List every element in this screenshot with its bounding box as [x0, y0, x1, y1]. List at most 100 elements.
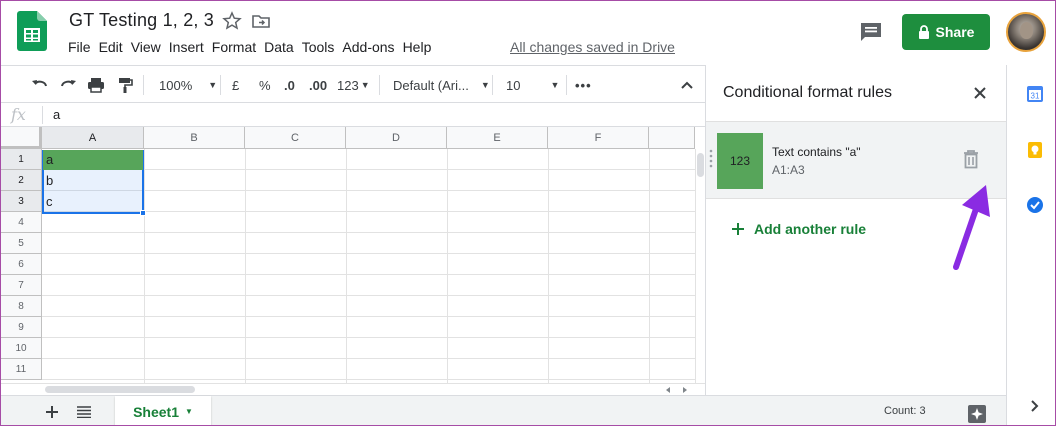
fx-label: fx	[11, 105, 26, 124]
share-button[interactable]: Share	[902, 14, 990, 50]
row-header[interactable]: 7	[1, 275, 42, 296]
sheet-tabs-bar: Sheet1 ▼ Count: 3	[1, 395, 1006, 425]
percent-button[interactable]: %	[259, 75, 271, 95]
column-header-g[interactable]	[649, 127, 695, 149]
redo-icon[interactable]	[59, 75, 77, 95]
chevron-down-icon: ▼	[480, 80, 490, 90]
add-rule-button[interactable]: Add another rule	[732, 221, 866, 237]
horizontal-scroll-thumb[interactable]	[45, 386, 195, 393]
add-sheet-icon[interactable]	[45, 405, 59, 419]
plus-icon	[732, 223, 744, 235]
status-count: Count: 3	[884, 405, 926, 417]
cell-a2[interactable]: b	[43, 171, 143, 191]
tasks-icon[interactable]	[1026, 196, 1044, 214]
grid-line	[42, 316, 695, 317]
star-icon[interactable]	[222, 11, 242, 31]
menu-tools[interactable]: Tools	[301, 39, 342, 55]
menu-file[interactable]: File	[67, 39, 98, 55]
save-status-link[interactable]: All changes saved in Drive	[510, 39, 675, 55]
row-header[interactable]: 3	[1, 191, 42, 212]
font-select[interactable]: Default (Ari... ▼	[393, 75, 490, 95]
menu-view[interactable]: View	[130, 39, 168, 55]
row-header[interactable]: 6	[1, 254, 42, 275]
addons-side-strip: 31	[1006, 65, 1055, 425]
formula-input[interactable]: a	[53, 107, 60, 122]
decrease-decimals-button[interactable]: .0	[284, 75, 295, 95]
menu-addons[interactable]: Add-ons	[341, 39, 401, 55]
paint-format-icon[interactable]	[117, 75, 133, 95]
column-header-d[interactable]: D	[346, 127, 447, 149]
sheets-logo-icon[interactable]	[17, 11, 47, 51]
column-header-c[interactable]: C	[245, 127, 346, 149]
close-icon[interactable]	[971, 84, 989, 102]
menu-help[interactable]: Help	[402, 39, 439, 55]
more-formats-select[interactable]: 123 ▼	[337, 75, 370, 95]
expand-panel-icon[interactable]	[1029, 397, 1041, 415]
drag-handle-icon[interactable]	[709, 148, 713, 168]
currency-button[interactable]: £	[232, 75, 239, 95]
horizontal-scrollbar[interactable]	[1, 383, 705, 395]
grid-line	[42, 232, 695, 233]
column-header-e[interactable]: E	[447, 127, 548, 149]
grid-line	[42, 295, 695, 296]
tab-sheet1[interactable]: Sheet1 ▼	[115, 396, 211, 425]
undo-icon[interactable]	[31, 75, 49, 95]
row-header[interactable]: 2	[1, 170, 42, 191]
toolbar-divider	[566, 75, 567, 95]
scroll-right-icon[interactable]	[681, 386, 689, 394]
menu-insert[interactable]: Insert	[168, 39, 211, 55]
explore-icon[interactable]	[967, 404, 987, 424]
annotation-arrow-icon	[953, 185, 990, 270]
menu-data[interactable]: Data	[263, 39, 301, 55]
formula-divider	[42, 106, 43, 124]
collapse-toolbar-icon[interactable]	[680, 75, 694, 95]
zoom-select[interactable]: 100% ▼	[159, 75, 217, 95]
move-to-folder-icon[interactable]	[251, 11, 271, 31]
vertical-scroll-thumb[interactable]	[697, 153, 704, 177]
row-header[interactable]: 8	[1, 296, 42, 317]
menu-edit[interactable]: Edit	[98, 39, 130, 55]
row-header[interactable]: 11	[1, 359, 42, 380]
grid-line	[42, 358, 695, 359]
sheet-tab-label: Sheet1	[133, 403, 179, 420]
row-header[interactable]: 5	[1, 233, 42, 254]
row-header[interactable]: 1	[1, 149, 42, 170]
grid-line	[42, 274, 695, 275]
row-header[interactable]: 10	[1, 338, 42, 359]
toolbar-divider	[492, 75, 493, 95]
chevron-down-icon: ▼	[208, 80, 218, 90]
vertical-scrollbar[interactable]	[695, 149, 705, 383]
grid-line	[245, 149, 246, 383]
avatar[interactable]	[1006, 12, 1046, 52]
row-header[interactable]: 4	[1, 212, 42, 233]
all-sheets-icon[interactable]	[77, 406, 91, 418]
font-value: Default (Ari...	[393, 77, 469, 93]
font-size-select[interactable]: 10 ▼	[506, 75, 559, 95]
select-all-corner[interactable]	[1, 127, 42, 149]
fill-handle[interactable]	[140, 210, 146, 216]
formula-bar: fx a	[1, 103, 705, 127]
calendar-icon[interactable]: 31	[1026, 85, 1044, 103]
spreadsheet-grid[interactable]: A B C D E F 1 2 3 4 5 6 7 8 9 10 11 a b …	[1, 127, 705, 383]
print-icon[interactable]	[87, 75, 105, 95]
row-header[interactable]: 9	[1, 317, 42, 338]
column-header-a[interactable]: A	[42, 127, 144, 149]
lock-icon	[918, 25, 929, 39]
trash-icon[interactable]	[962, 149, 980, 169]
grid-line	[144, 149, 145, 383]
column-header-f[interactable]: F	[548, 127, 649, 149]
menu-bar: File Edit View Insert Format Data Tools …	[67, 39, 438, 55]
cell-a3[interactable]: c	[43, 192, 143, 212]
keep-icon[interactable]	[1026, 141, 1044, 159]
comment-icon[interactable]	[859, 21, 883, 43]
more-options-icon[interactable]: •••	[575, 75, 592, 95]
scroll-left-icon[interactable]	[664, 386, 672, 394]
toolbar-divider	[143, 75, 144, 95]
column-header-b[interactable]: B	[144, 127, 245, 149]
more-formats-label: 123	[337, 77, 359, 93]
font-size-value: 10	[506, 77, 521, 93]
increase-decimals-button[interactable]: .00	[309, 75, 327, 95]
menu-format[interactable]: Format	[211, 39, 263, 55]
cell-a1[interactable]: a	[43, 150, 143, 170]
document-title[interactable]: GT Testing 1, 2, 3	[69, 10, 214, 31]
